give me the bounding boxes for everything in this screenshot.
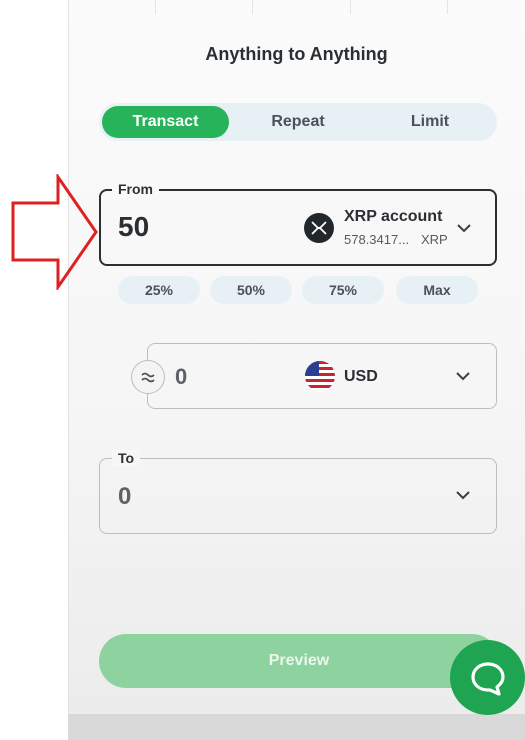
max-button[interactable]: Max xyxy=(396,276,478,304)
to-amount[interactable]: 0 xyxy=(118,483,131,511)
preview-button[interactable]: Preview xyxy=(99,634,499,688)
page-background-left xyxy=(0,0,68,740)
from-account-unit: XRP xyxy=(421,232,448,247)
from-label: From xyxy=(112,181,159,197)
tab-repeat[interactable]: Repeat xyxy=(229,106,367,138)
conversion-amount[interactable]: 0 xyxy=(175,364,187,390)
from-field[interactable] xyxy=(99,189,497,266)
from-account-name[interactable]: XRP account xyxy=(344,208,442,226)
bottom-strip xyxy=(68,714,525,740)
approx-icon xyxy=(131,360,165,394)
mode-tabs: Transact Repeat Limit xyxy=(99,103,497,141)
annotation-arrow-icon xyxy=(11,174,98,290)
percent-50-button[interactable]: 50% xyxy=(210,276,292,304)
page-title: Anything to Anything xyxy=(205,44,388,64)
percent-buttons: 25% 50% 75% Max xyxy=(118,276,478,304)
tab-transact[interactable]: Transact xyxy=(102,106,229,138)
to-label: To xyxy=(112,450,141,466)
from-amount-input[interactable]: 50 xyxy=(118,211,149,243)
tab-limit[interactable]: Limit xyxy=(367,106,493,138)
us-flag-icon xyxy=(305,361,335,391)
to-field[interactable] xyxy=(99,458,497,534)
xrp-icon xyxy=(304,213,334,243)
conversion-currency[interactable]: USD xyxy=(344,368,378,386)
chevron-down-icon[interactable] xyxy=(456,223,472,233)
from-account-balance: 578.3417... xyxy=(344,232,410,247)
chevron-down-icon[interactable] xyxy=(455,371,471,381)
percent-25-button[interactable]: 25% xyxy=(118,276,200,304)
percent-75-button[interactable]: 75% xyxy=(302,276,384,304)
chat-button[interactable] xyxy=(450,640,525,715)
chevron-down-icon[interactable] xyxy=(455,490,471,500)
chat-icon xyxy=(470,661,505,696)
